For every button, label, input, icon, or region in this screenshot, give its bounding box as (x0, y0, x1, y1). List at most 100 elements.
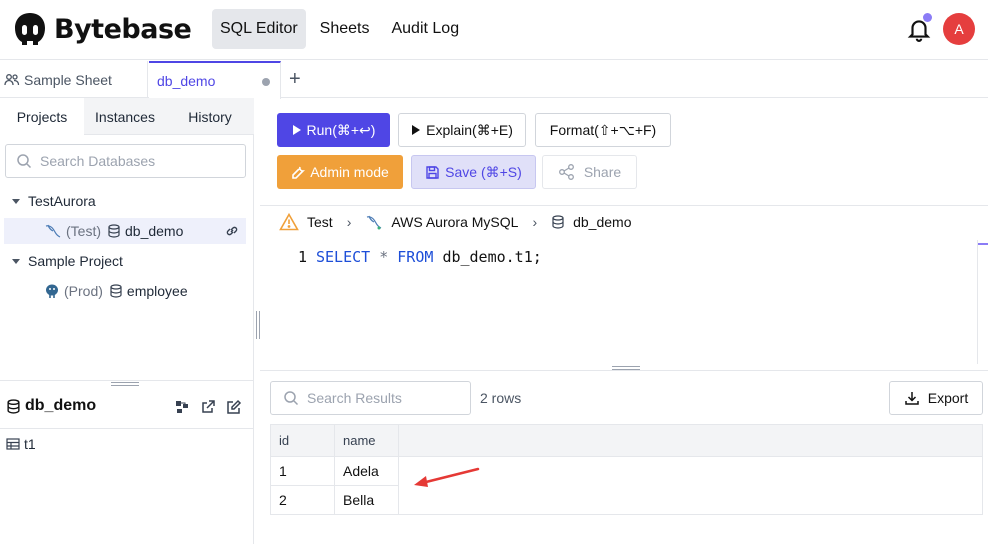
sheet-tab-strip: Sample Sheet db_demo + (0, 61, 988, 99)
export-label: Export (927, 390, 969, 406)
search-icon (17, 154, 32, 169)
sql-editor[interactable]: 1 SELECT * FROM db_demo.t1; (260, 240, 978, 360)
column-header-id[interactable]: id (270, 424, 335, 457)
link-icon[interactable] (224, 223, 240, 239)
sidebar-tabs: Projects Instances History (0, 98, 254, 135)
breadcrumb: Test › AWS Aurora MySQL › db_demo (279, 212, 632, 232)
edit-icon[interactable] (226, 399, 242, 415)
left-sidebar: Projects Instances History Search Databa… (0, 98, 254, 544)
db-name: employee (126, 283, 188, 299)
mysql-dolphin-icon (365, 214, 383, 230)
external-link-icon[interactable] (200, 399, 216, 415)
editor-scrollbar[interactable] (977, 240, 978, 364)
cell-filler (398, 485, 983, 515)
cell-id[interactable]: 2 (270, 485, 335, 515)
users-icon (4, 73, 20, 85)
download-icon (905, 392, 919, 405)
nav-sql-editor[interactable]: SQL Editor (212, 9, 306, 49)
bytebase-logo[interactable]: Bytebase (12, 10, 192, 48)
nav-audit-log[interactable]: Audit Log (383, 9, 467, 49)
sql-code-line: SELECT * FROM db_demo.t1; (316, 248, 542, 266)
tree-project-sample-project[interactable]: Sample Project (12, 248, 123, 274)
column-header-name[interactable]: name (334, 424, 399, 457)
results-table: id name 1 Adela 2 Bella (270, 424, 983, 515)
explain-button[interactable]: Explain(⌘+E) (398, 113, 526, 147)
column-header-filler (398, 424, 983, 457)
breadcrumb-separator: › (346, 214, 352, 230)
database-icon (110, 284, 122, 298)
cell-name[interactable]: Bella (334, 485, 399, 515)
database-icon (551, 215, 565, 229)
add-tab-button[interactable]: + (289, 68, 301, 91)
schema-diagram-icon[interactable] (174, 399, 190, 415)
tab-db-demo[interactable]: db_demo (149, 61, 281, 99)
breadcrumb-instance[interactable]: AWS Aurora MySQL (391, 214, 518, 230)
nav-sheets[interactable]: Sheets (312, 9, 378, 49)
wrench-icon (292, 166, 306, 179)
tab-db-demo-label: db_demo (157, 73, 216, 89)
table-header-row: id name (270, 424, 983, 457)
save-button[interactable]: Save (⌘+S) (411, 155, 536, 189)
breadcrumb-env[interactable]: Test (307, 214, 333, 230)
search-icon (284, 391, 299, 406)
tree-db-db-demo[interactable]: (Test) db_demo (4, 218, 246, 244)
table-row: 1 Adela (270, 456, 983, 486)
editor-scroll-thumb[interactable] (978, 243, 988, 245)
search-results-placeholder: Search Results (307, 390, 402, 406)
database-icon (108, 224, 120, 238)
app-header: Bytebase SQL Editor Sheets Audit Log A (0, 0, 988, 60)
sidebar-divider (0, 380, 253, 381)
tab-history[interactable]: History (166, 98, 254, 135)
explain-label: Explain(⌘+E) (426, 121, 513, 138)
table-icon (6, 438, 20, 450)
search-databases-input[interactable]: Search Databases (5, 144, 246, 178)
table-item-t1[interactable]: t1 (6, 436, 36, 452)
breadcrumb-database[interactable]: db_demo (573, 214, 631, 230)
results-divider (260, 370, 988, 371)
notification-dot (923, 13, 932, 22)
save-label: Save (⌘+S) (445, 163, 522, 180)
table-name: t1 (24, 436, 36, 452)
annotation-arrow-icon (414, 467, 480, 487)
resize-handle-horizontal[interactable] (612, 366, 640, 370)
line-number: 1 (298, 248, 308, 266)
tab-projects[interactable]: Projects (0, 98, 84, 135)
tab-sample-label: Sample Sheet (24, 71, 112, 88)
db-panel-title: db_demo (6, 397, 96, 415)
tree-project-testaurora[interactable]: TestAurora (12, 188, 96, 214)
postgres-elephant-icon (46, 284, 58, 298)
keyword-select: SELECT (316, 248, 371, 266)
cell-name[interactable]: Adela (334, 456, 399, 486)
caret-down-icon (12, 198, 20, 204)
env-label: (Test) (66, 223, 101, 239)
search-results-input[interactable]: Search Results (270, 381, 471, 415)
project-name: Sample Project (28, 253, 123, 269)
mysql-dolphin-icon (45, 224, 61, 238)
format-button[interactable]: Format(⇧+⌥+F) (535, 113, 671, 147)
table-row: 2 Bella (270, 485, 983, 515)
format-label: Format(⇧+⌥+F) (549, 121, 657, 138)
tab-instances[interactable]: Instances (84, 98, 166, 135)
admin-mode-label: Admin mode (310, 164, 389, 180)
cell-id[interactable]: 1 (270, 456, 335, 486)
cell-filler (398, 456, 983, 486)
row-count: 2 rows (480, 390, 522, 406)
operator-star: * (379, 248, 389, 266)
env-label: (Prod) (64, 283, 103, 299)
export-button[interactable]: Export (889, 381, 983, 415)
tab-sample-sheet[interactable]: Sample Sheet (4, 61, 148, 98)
user-avatar[interactable]: A (943, 13, 975, 45)
db-name: db_demo (125, 223, 184, 239)
resize-handle-horizontal[interactable] (111, 382, 139, 386)
database-icon (7, 398, 20, 414)
table-ref: db_demo.t1; (442, 248, 542, 266)
tree-db-employee[interactable]: (Prod) employee (44, 278, 188, 304)
share-button[interactable]: Share (542, 155, 637, 189)
run-label: Run(⌘+↩) (306, 121, 376, 138)
db-panel-actions (174, 399, 242, 415)
project-name: TestAurora (28, 193, 96, 209)
admin-mode-button[interactable]: Admin mode (277, 155, 403, 189)
run-button[interactable]: Run(⌘+↩) (277, 113, 390, 147)
play-icon (412, 125, 421, 135)
warning-icon (279, 213, 299, 231)
